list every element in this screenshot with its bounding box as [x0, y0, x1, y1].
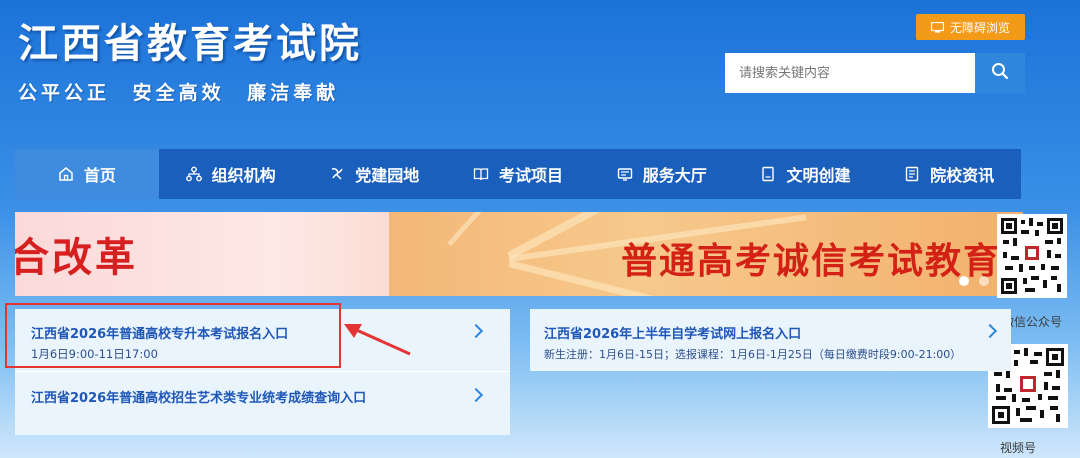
site-slogan: 公平公正 安全高效 廉洁奉献: [18, 78, 351, 105]
accessibility-label: 无障碍浏览: [949, 20, 1010, 35]
org-chart-icon: [185, 166, 202, 182]
party-emblem-icon: [329, 166, 345, 182]
nav-item-exams[interactable]: 考试项目: [446, 149, 590, 199]
nav-item-service[interactable]: 服务大厅: [590, 149, 734, 199]
slogan-part: 安全高效: [132, 82, 225, 104]
highlight-box: [5, 303, 341, 368]
link-subtitle: 新生注册：1月6日-15日；选报课程：1月6日-1月25日（每日缴费时段9:00…: [544, 348, 962, 361]
newspaper-icon: [904, 166, 920, 182]
book-icon: [473, 166, 489, 182]
chevron-right-icon[interactable]: [982, 323, 998, 339]
nav-label: 首页: [83, 166, 116, 185]
chevron-right-icon[interactable]: [468, 323, 484, 339]
link-title[interactable]: 江西省2026年上半年自学考试网上报名入口: [544, 323, 801, 342]
chevron-right-icon[interactable]: [468, 387, 484, 403]
nav-item-organization[interactable]: 组织机构: [159, 149, 303, 199]
nav-label: 文明创建: [786, 166, 851, 185]
document-icon: [760, 166, 776, 182]
nav-item-news[interactable]: 院校资讯: [877, 149, 1021, 199]
accessibility-button[interactable]: 无障碍浏览: [916, 14, 1025, 40]
banner-slide-right: 普通高考诚信考试教育宣: [389, 212, 1023, 296]
list-item[interactable]: 江西省2026年普通高校招生艺术类专业统考成绩查询入口: [15, 372, 510, 435]
list-item[interactable]: 江西省2026年上半年自学考试网上报名入口 新生注册：1月6日-15日；选报课程…: [530, 309, 1011, 371]
wechat-qr-code: [997, 214, 1067, 298]
search-button[interactable]: [975, 53, 1025, 93]
link-title[interactable]: 江西省2026年普通高校招生艺术类专业统考成绩查询入口: [31, 387, 366, 406]
nav-label: 服务大厅: [642, 166, 707, 185]
nav-label: 组织机构: [211, 166, 276, 185]
annotation-arrow-icon: [344, 324, 411, 356]
banner-slide-left: 合改革: [15, 212, 389, 296]
monitor-icon: [930, 21, 945, 33]
nav-item-civilization[interactable]: 文明创建: [734, 149, 878, 199]
nav-label: 考试项目: [499, 166, 564, 185]
site-title[interactable]: 江西省教育考试院: [18, 20, 362, 68]
slogan-part: 廉洁奉献: [247, 82, 340, 104]
slogan-part: 公平公正: [18, 82, 111, 104]
nav-item-home[interactable]: 首页: [15, 149, 159, 199]
home-icon: [58, 166, 74, 182]
nav-label: 党建园地: [355, 166, 420, 185]
search-input[interactable]: [725, 53, 975, 93]
banner-left-text: 合改革: [15, 235, 138, 281]
right-link-panel: 江西省2026年上半年自学考试网上报名入口 新生注册：1月6日-15日；选报课程…: [530, 309, 1011, 371]
video-qr-label: 视频号: [999, 441, 1036, 455]
carousel-dot[interactable]: [959, 276, 969, 286]
main-nav: 首页 组织机构 党建园地 考试项目 服务大厅 文明创建 院校资讯: [15, 149, 1021, 199]
nav-label: 院校资讯: [930, 166, 995, 185]
banner-carousel[interactable]: 合改革 普通高考诚信考试教育宣: [15, 212, 1023, 296]
search-icon: [991, 62, 1009, 84]
service-icon: [617, 166, 633, 182]
nav-item-party[interactable]: 党建园地: [302, 149, 446, 199]
